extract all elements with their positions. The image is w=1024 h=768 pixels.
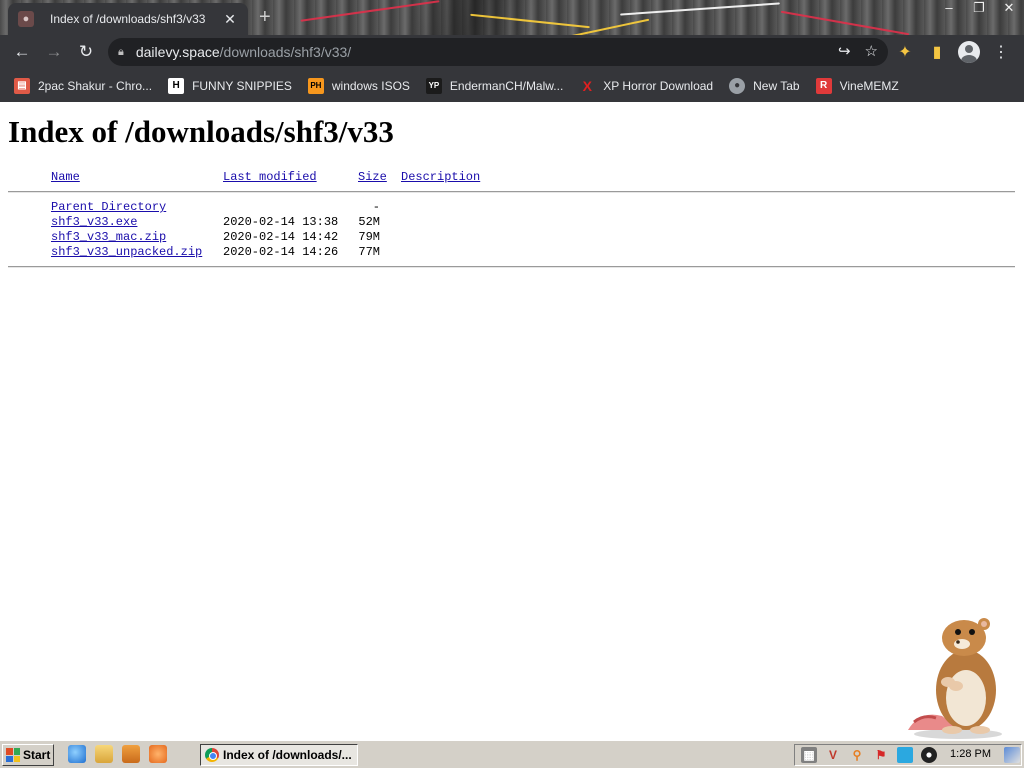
display-icon[interactable] [897, 747, 913, 763]
file-link[interactable]: shf3_v33.exe [51, 215, 137, 229]
row-modified: 2020-02-14 14:26 [223, 245, 339, 259]
table-row: shf3_v33_unpacked.zip 2020-02-14 14:26 7… [0, 245, 1024, 260]
folder-icon[interactable] [95, 745, 113, 763]
omnibox-actions: ↪ ☆ [838, 42, 878, 60]
table-row: shf3_v33.exe 2020-02-14 13:38 52M [0, 215, 1024, 230]
toolbar-actions: ✦ ▮ ⋮ [893, 38, 1013, 66]
bookmark-endermanch[interactable]: YP EndermanCH/Malw... [425, 74, 564, 98]
menu-kebab-icon[interactable]: ⋮ [989, 38, 1013, 66]
taskbar-item-label: Index of /downloads/... [223, 748, 352, 762]
bookmark-xp-horror[interactable]: X XP Horror Download [579, 74, 714, 98]
media-player-icon[interactable] [122, 745, 140, 763]
notification-icon[interactable] [1004, 747, 1020, 763]
share-icon[interactable]: ↪ [838, 42, 851, 60]
row-modified: 2020-02-14 14:42 [223, 230, 339, 244]
row-size: 77M [358, 245, 380, 259]
hamster-pet[interactable] [900, 612, 1010, 740]
forward-icon[interactable]: → [38, 38, 70, 66]
search-icon[interactable]: ⚲ [849, 747, 865, 763]
bookmark-vinememz[interactable]: R VineMEMZ [815, 74, 899, 98]
taskbar-item-chrome[interactable]: Index of /downloads/... [200, 744, 358, 766]
bookmarks-bar: ▤ 2pac Shakur - Chro... H FUNNY SNIPPIES… [0, 69, 1024, 102]
tab-strip: ● Index of /downloads/shf3/v33 ✕ + – ❐ ✕ [0, 0, 1024, 35]
listing-header: Name Last modified Size Description [0, 170, 1024, 185]
url-host: dailevy.space [135, 44, 220, 60]
bookmark-funny-snippies[interactable]: H FUNNY SNIPPIES [168, 74, 292, 98]
bookmark-label: 2pac Shakur - Chro... [38, 78, 153, 93]
bookmark-star-icon[interactable]: ☆ [865, 42, 878, 60]
r-logo-icon: R [815, 77, 832, 94]
lock-icon[interactable]: 🔒︎ [118, 46, 124, 59]
tab-favicon-icon: ● [18, 11, 34, 27]
globe-icon: ● [729, 77, 746, 94]
page-title: Index of /downloads/shf3/v33 [8, 114, 394, 149]
media-icon[interactable] [921, 747, 937, 763]
table-row: Parent Directory - [0, 200, 1024, 215]
bookmark-2pac[interactable]: ▤ 2pac Shakur - Chro... [14, 74, 152, 98]
chrome-icon [205, 748, 219, 762]
bookmark-label: EndermanCH/Malw... [449, 78, 564, 93]
app-shortcut-icon[interactable] [149, 745, 167, 763]
sort-by-description-link[interactable]: Description [401, 170, 480, 184]
bookmark-label: VineMEMZ [839, 78, 899, 93]
url-path: /downloads/shf3/v33/ [219, 44, 352, 60]
windows-flag-icon [6, 748, 20, 762]
bookmark-new-tab[interactable]: ● New Tab [729, 74, 800, 98]
flag-icon[interactable]: ⚑ [873, 747, 889, 763]
archive-icon: ▤ [14, 77, 30, 94]
parent-directory-link[interactable]: Parent Directory [51, 200, 166, 214]
quick-launch [68, 745, 167, 763]
address-bar[interactable]: 🔒︎ dailevy.space/downloads/shf3/v33/ ↪ ☆ [108, 38, 888, 66]
table-row: shf3_v33_mac.zip 2020-02-14 14:42 79M [0, 230, 1024, 245]
yp-logo-icon: YP [425, 77, 442, 94]
taskbar: Start Index of /downloads/... ▦ V ⚲ ⚑ 1:… [0, 740, 1024, 768]
clock: 1:28 PM [950, 748, 991, 760]
antivirus-v-icon[interactable]: V [825, 747, 841, 763]
row-size: - [372, 200, 380, 214]
system-tray: ▦ V ⚲ ⚑ 1:28 PM [794, 744, 1022, 766]
bookmark-label: FUNNY SNIPPIES [192, 78, 292, 93]
minimize-icon[interactable]: – [940, 0, 958, 16]
reload-icon[interactable]: ↻ [70, 38, 102, 66]
h-logo-icon: H [168, 77, 185, 94]
row-size: 79M [358, 230, 380, 244]
bookmark-label: XP Horror Download [603, 78, 714, 93]
close-window-icon[interactable]: ✕ [1000, 0, 1018, 16]
profile-avatar[interactable] [957, 38, 981, 66]
bookmark-label: windows ISOS [331, 78, 410, 93]
sort-by-modified-link[interactable]: Last modified [223, 170, 317, 184]
divider [8, 191, 1015, 193]
browser-toolbar: ← → ↻ 🔒︎ dailevy.space/downloads/shf3/v3… [0, 35, 1024, 69]
sort-by-name-link[interactable]: Name [51, 170, 80, 184]
tab-title: Index of /downloads/shf3/v33 [50, 12, 206, 26]
file-link[interactable]: shf3_v33_mac.zip [51, 230, 166, 244]
page-content: Index of /downloads/shf3/v33 Name Last m… [0, 102, 1024, 740]
sort-by-size-link[interactable]: Size [358, 170, 387, 184]
start-label: Start [23, 748, 51, 762]
window-controls: – ❐ ✕ [940, 0, 1018, 16]
row-modified: 2020-02-14 13:38 [223, 215, 339, 229]
avatar-icon [958, 41, 980, 63]
bookmark-label: New Tab [753, 78, 800, 93]
ph-logo-icon: PH [307, 77, 324, 94]
bookmark-windows-isos[interactable]: PH windows ISOS [307, 74, 410, 98]
divider [8, 266, 1015, 268]
internet-explorer-icon[interactable] [68, 745, 86, 763]
x-logo-icon: X [582, 77, 592, 94]
tab-close-icon[interactable]: ✕ [222, 11, 238, 28]
browser-tab[interactable]: ● Index of /downloads/shf3/v33 ✕ [8, 3, 248, 35]
maximize-icon[interactable]: ❐ [970, 0, 988, 16]
back-icon[interactable]: ← [6, 38, 38, 66]
file-link[interactable]: shf3_v33_unpacked.zip [51, 245, 202, 259]
extensions-icon[interactable]: ✦ [893, 38, 917, 66]
network-icon[interactable]: ▦ [801, 747, 817, 763]
row-size: 52M [358, 215, 380, 229]
new-tab-icon[interactable]: + [259, 6, 271, 29]
side-panel-icon[interactable]: ▮ [925, 38, 949, 66]
start-button[interactable]: Start [2, 744, 54, 766]
